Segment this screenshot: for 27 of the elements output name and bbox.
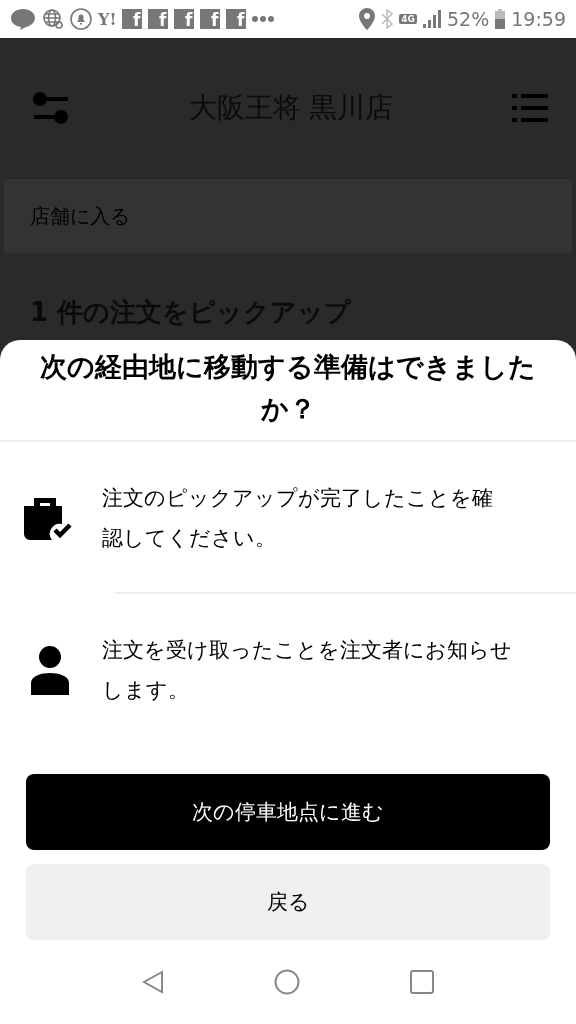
location-icon bbox=[359, 8, 376, 30]
filter-icon bbox=[32, 91, 70, 125]
back-button[interactable]: 戻る bbox=[26, 864, 550, 940]
chat-bubble-icon bbox=[10, 8, 36, 30]
continue-button[interactable]: 次の停車地点に進む bbox=[26, 774, 550, 850]
list-icon bbox=[512, 94, 548, 122]
instruction-text: 注文を受け取ったことを注文者にお知らせします。 bbox=[102, 637, 512, 704]
bluetooth-icon bbox=[381, 9, 394, 29]
facebook-icon: f bbox=[226, 9, 247, 29]
recents-nav-icon[interactable] bbox=[410, 970, 434, 994]
facebook-icon: f bbox=[122, 9, 143, 29]
clock: 19:59 bbox=[511, 8, 566, 30]
home-nav-icon[interactable] bbox=[274, 969, 300, 995]
facebook-icon: f bbox=[174, 9, 195, 29]
battery-icon bbox=[495, 9, 506, 29]
back-nav-icon[interactable] bbox=[142, 970, 164, 994]
battery-percent: 52% bbox=[447, 8, 490, 30]
network-type: 4G bbox=[399, 14, 417, 24]
facebook-icon: f bbox=[200, 9, 221, 29]
sheet-title: 次の経由地に移動する準備はできましたか？ bbox=[0, 340, 576, 442]
instruction-text: 注文のピックアップが完了したことを確認してください。 bbox=[102, 485, 494, 552]
signal-icon bbox=[423, 10, 441, 28]
yahoo-icon: Y! bbox=[98, 9, 117, 29]
facebook-icon: f bbox=[148, 9, 169, 29]
globe-icon bbox=[42, 8, 64, 30]
more-icon bbox=[252, 16, 275, 22]
bell-icon bbox=[70, 8, 92, 30]
